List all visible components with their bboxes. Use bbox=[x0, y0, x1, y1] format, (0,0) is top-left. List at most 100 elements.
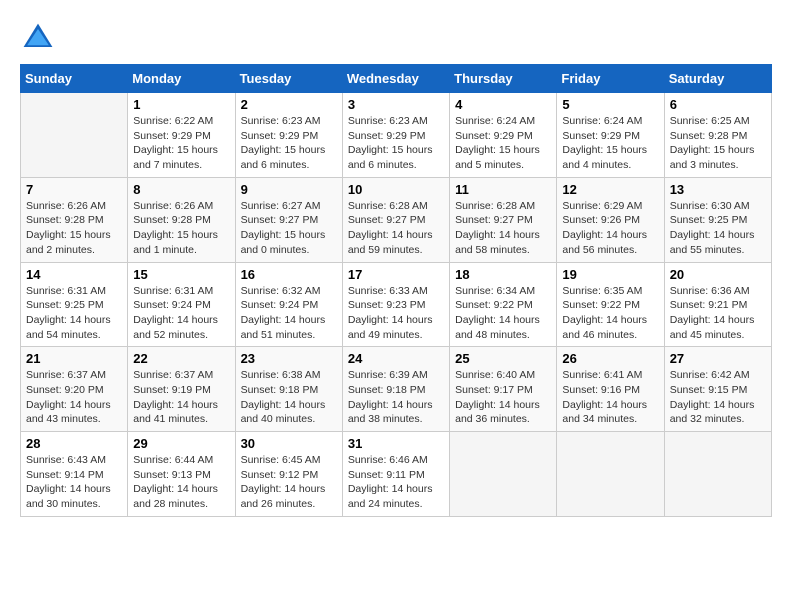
day-cell: 12 Sunrise: 6:29 AM Sunset: 9:26 PM Dayli… bbox=[557, 177, 664, 262]
day-info: Sunrise: 6:27 AM Sunset: 9:27 PM Dayligh… bbox=[241, 199, 337, 258]
day-info: Sunrise: 6:24 AM Sunset: 9:29 PM Dayligh… bbox=[455, 114, 551, 173]
day-info: Sunrise: 6:25 AM Sunset: 9:28 PM Dayligh… bbox=[670, 114, 766, 173]
day-info: Sunrise: 6:45 AM Sunset: 9:12 PM Dayligh… bbox=[241, 453, 337, 512]
day-info: Sunrise: 6:29 AM Sunset: 9:26 PM Dayligh… bbox=[562, 199, 658, 258]
day-cell bbox=[557, 432, 664, 517]
calendar-body: 1 Sunrise: 6:22 AM Sunset: 9:29 PM Daylig… bbox=[21, 93, 772, 517]
day-info: Sunrise: 6:32 AM Sunset: 9:24 PM Dayligh… bbox=[241, 284, 337, 343]
week-row-3: 21 Sunrise: 6:37 AM Sunset: 9:20 PM Dayli… bbox=[21, 347, 772, 432]
day-cell: 4 Sunrise: 6:24 AM Sunset: 9:29 PM Daylig… bbox=[450, 93, 557, 178]
day-cell: 15 Sunrise: 6:31 AM Sunset: 9:24 PM Dayli… bbox=[128, 262, 235, 347]
day-info: Sunrise: 6:28 AM Sunset: 9:27 PM Dayligh… bbox=[455, 199, 551, 258]
day-info: Sunrise: 6:26 AM Sunset: 9:28 PM Dayligh… bbox=[26, 199, 122, 258]
day-number: 7 bbox=[26, 182, 122, 197]
day-number: 24 bbox=[348, 351, 444, 366]
day-number: 6 bbox=[670, 97, 766, 112]
day-cell: 21 Sunrise: 6:37 AM Sunset: 9:20 PM Dayli… bbox=[21, 347, 128, 432]
day-info: Sunrise: 6:26 AM Sunset: 9:28 PM Dayligh… bbox=[133, 199, 229, 258]
day-cell: 19 Sunrise: 6:35 AM Sunset: 9:22 PM Dayli… bbox=[557, 262, 664, 347]
day-info: Sunrise: 6:23 AM Sunset: 9:29 PM Dayligh… bbox=[348, 114, 444, 173]
day-cell bbox=[21, 93, 128, 178]
day-cell: 23Sunrise: 6:38 AM Sunset: 9:18 PM Dayli… bbox=[235, 347, 342, 432]
day-number: 13 bbox=[670, 182, 766, 197]
day-info: Sunrise: 6:31 AM Sunset: 9:25 PM Dayligh… bbox=[26, 284, 122, 343]
header-cell-thursday: Thursday bbox=[450, 65, 557, 93]
day-info: Sunrise: 6:22 AM Sunset: 9:29 PM Dayligh… bbox=[133, 114, 229, 173]
day-info: Sunrise: 6:23 AM Sunset: 9:29 PM Dayligh… bbox=[241, 114, 337, 173]
header-cell-saturday: Saturday bbox=[664, 65, 771, 93]
day-info: Sunrise: 6:34 AM Sunset: 9:22 PM Dayligh… bbox=[455, 284, 551, 343]
day-cell: 29 Sunrise: 6:44 AM Sunset: 9:13 PM Dayli… bbox=[128, 432, 235, 517]
logo-icon bbox=[20, 20, 56, 56]
day-number: 29 bbox=[133, 436, 229, 451]
week-row-1: 7 Sunrise: 6:26 AM Sunset: 9:28 PM Daylig… bbox=[21, 177, 772, 262]
calendar-header: SundayMondayTuesdayWednesdayThursdayFrid… bbox=[21, 65, 772, 93]
day-info: Sunrise: 6:36 AM Sunset: 9:21 PM Dayligh… bbox=[670, 284, 766, 343]
day-number: 20 bbox=[670, 267, 766, 282]
day-number: 2 bbox=[241, 97, 337, 112]
logo bbox=[20, 20, 60, 56]
day-number: 30 bbox=[241, 436, 337, 451]
day-cell: 2 Sunrise: 6:23 AM Sunset: 9:29 PM Daylig… bbox=[235, 93, 342, 178]
day-info: Sunrise: 6:42 AM Sunset: 9:15 PM Dayligh… bbox=[670, 368, 766, 427]
day-cell: 6 Sunrise: 6:25 AM Sunset: 9:28 PM Daylig… bbox=[664, 93, 771, 178]
calendar-table: SundayMondayTuesdayWednesdayThursdayFrid… bbox=[20, 64, 772, 517]
day-cell: 24 Sunrise: 6:39 AM Sunset: 9:18 PM Dayli… bbox=[342, 347, 449, 432]
day-cell: 8 Sunrise: 6:26 AM Sunset: 9:28 PM Daylig… bbox=[128, 177, 235, 262]
day-cell: 26Sunrise: 6:41 AM Sunset: 9:16 PM Dayli… bbox=[557, 347, 664, 432]
day-number: 26 bbox=[562, 351, 658, 366]
day-cell: 20 Sunrise: 6:36 AM Sunset: 9:21 PM Dayli… bbox=[664, 262, 771, 347]
day-info: Sunrise: 6:37 AM Sunset: 9:19 PM Dayligh… bbox=[133, 368, 229, 427]
day-info: Sunrise: 6:44 AM Sunset: 9:13 PM Dayligh… bbox=[133, 453, 229, 512]
header-cell-friday: Friday bbox=[557, 65, 664, 93]
day-number: 5 bbox=[562, 97, 658, 112]
day-cell: 30 Sunrise: 6:45 AM Sunset: 9:12 PM Dayli… bbox=[235, 432, 342, 517]
header-cell-wednesday: Wednesday bbox=[342, 65, 449, 93]
day-number: 14 bbox=[26, 267, 122, 282]
day-number: 19 bbox=[562, 267, 658, 282]
day-number: 27 bbox=[670, 351, 766, 366]
header-row: SundayMondayTuesdayWednesdayThursdayFrid… bbox=[21, 65, 772, 93]
day-number: 10 bbox=[348, 182, 444, 197]
week-row-0: 1 Sunrise: 6:22 AM Sunset: 9:29 PM Daylig… bbox=[21, 93, 772, 178]
day-cell: 5 Sunrise: 6:24 AM Sunset: 9:29 PM Daylig… bbox=[557, 93, 664, 178]
day-cell: 28Sunrise: 6:43 AM Sunset: 9:14 PM Dayli… bbox=[21, 432, 128, 517]
day-number: 4 bbox=[455, 97, 551, 112]
day-number: 16 bbox=[241, 267, 337, 282]
day-info: Sunrise: 6:46 AM Sunset: 9:11 PM Dayligh… bbox=[348, 453, 444, 512]
day-info: Sunrise: 6:35 AM Sunset: 9:22 PM Dayligh… bbox=[562, 284, 658, 343]
week-row-2: 14 Sunrise: 6:31 AM Sunset: 9:25 PM Dayli… bbox=[21, 262, 772, 347]
day-cell: 18Sunrise: 6:34 AM Sunset: 9:22 PM Dayli… bbox=[450, 262, 557, 347]
day-number: 12 bbox=[562, 182, 658, 197]
day-info: Sunrise: 6:31 AM Sunset: 9:24 PM Dayligh… bbox=[133, 284, 229, 343]
day-cell: 9 Sunrise: 6:27 AM Sunset: 9:27 PM Daylig… bbox=[235, 177, 342, 262]
day-number: 15 bbox=[133, 267, 229, 282]
day-number: 22 bbox=[133, 351, 229, 366]
day-info: Sunrise: 6:24 AM Sunset: 9:29 PM Dayligh… bbox=[562, 114, 658, 173]
week-row-4: 28Sunrise: 6:43 AM Sunset: 9:14 PM Dayli… bbox=[21, 432, 772, 517]
day-cell: 1 Sunrise: 6:22 AM Sunset: 9:29 PM Daylig… bbox=[128, 93, 235, 178]
day-info: Sunrise: 6:33 AM Sunset: 9:23 PM Dayligh… bbox=[348, 284, 444, 343]
day-cell: 22 Sunrise: 6:37 AM Sunset: 9:19 PM Dayli… bbox=[128, 347, 235, 432]
day-cell: 25Sunrise: 6:40 AM Sunset: 9:17 PM Dayli… bbox=[450, 347, 557, 432]
day-number: 1 bbox=[133, 97, 229, 112]
day-number: 17 bbox=[348, 267, 444, 282]
header-cell-tuesday: Tuesday bbox=[235, 65, 342, 93]
day-info: Sunrise: 6:37 AM Sunset: 9:20 PM Dayligh… bbox=[26, 368, 122, 427]
day-number: 8 bbox=[133, 182, 229, 197]
day-info: Sunrise: 6:39 AM Sunset: 9:18 PM Dayligh… bbox=[348, 368, 444, 427]
header-cell-sunday: Sunday bbox=[21, 65, 128, 93]
day-cell bbox=[450, 432, 557, 517]
page-header bbox=[20, 20, 772, 56]
day-number: 9 bbox=[241, 182, 337, 197]
day-number: 25 bbox=[455, 351, 551, 366]
day-number: 23 bbox=[241, 351, 337, 366]
day-number: 21 bbox=[26, 351, 122, 366]
day-cell: 14 Sunrise: 6:31 AM Sunset: 9:25 PM Dayli… bbox=[21, 262, 128, 347]
day-info: Sunrise: 6:28 AM Sunset: 9:27 PM Dayligh… bbox=[348, 199, 444, 258]
day-cell: 11 Sunrise: 6:28 AM Sunset: 9:27 PM Dayli… bbox=[450, 177, 557, 262]
day-number: 31 bbox=[348, 436, 444, 451]
day-number: 28 bbox=[26, 436, 122, 451]
day-number: 11 bbox=[455, 182, 551, 197]
day-cell: 17 Sunrise: 6:33 AM Sunset: 9:23 PM Dayli… bbox=[342, 262, 449, 347]
